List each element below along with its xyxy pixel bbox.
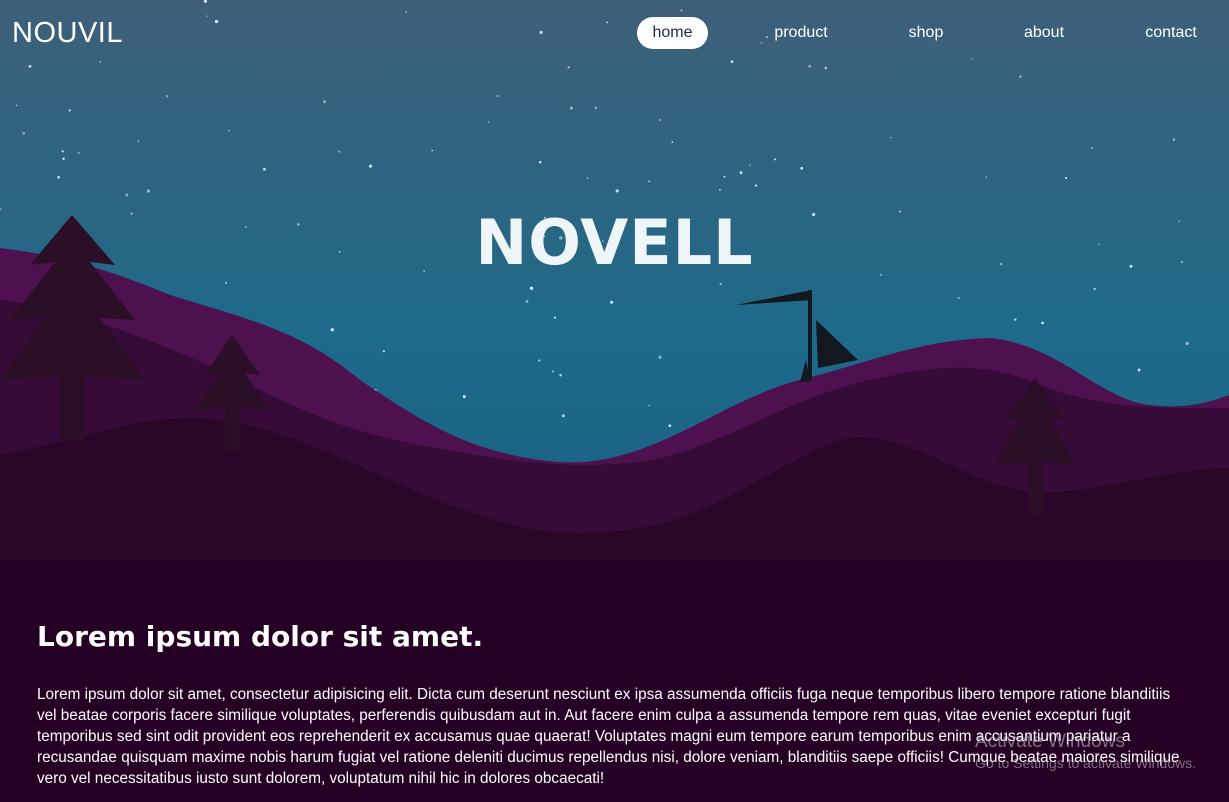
star	[330, 328, 334, 332]
star	[749, 164, 751, 166]
star	[323, 100, 326, 104]
star	[225, 281, 227, 284]
star	[723, 175, 726, 178]
star	[62, 157, 65, 160]
star	[610, 300, 614, 304]
nav-link-contact[interactable]: contact	[1133, 17, 1209, 49]
star	[61, 150, 64, 153]
star	[538, 160, 542, 164]
star	[1185, 341, 1189, 346]
star	[551, 370, 555, 373]
star	[985, 176, 988, 178]
star	[559, 373, 562, 377]
star	[648, 180, 650, 183]
star	[648, 404, 650, 407]
star	[553, 316, 556, 319]
star	[719, 188, 721, 191]
star	[77, 151, 80, 154]
star	[228, 129, 230, 132]
star	[22, 131, 26, 135]
star	[368, 164, 373, 168]
nav-link-about[interactable]: about	[1010, 17, 1078, 49]
page: NOUVIL home product shop about contact N…	[0, 0, 1229, 802]
star	[800, 166, 804, 170]
hero-title: NOVELL	[475, 206, 754, 279]
star	[739, 171, 743, 175]
star	[68, 109, 72, 112]
star	[719, 283, 722, 286]
star	[569, 106, 573, 110]
star	[263, 167, 266, 171]
star	[338, 150, 341, 153]
star	[15, 104, 18, 107]
star	[773, 158, 776, 161]
hero-landscape-illustration	[0, 0, 1229, 802]
star	[658, 355, 662, 359]
nav-link-shop[interactable]: shop	[895, 17, 957, 49]
star	[594, 106, 597, 109]
star	[1172, 138, 1176, 141]
star	[890, 136, 892, 139]
star	[1065, 177, 1068, 180]
star	[1019, 75, 1022, 78]
star	[1041, 321, 1044, 325]
star	[487, 121, 490, 123]
star	[525, 299, 529, 303]
star	[166, 95, 169, 98]
star	[1090, 147, 1093, 150]
nav-link-home[interactable]: home	[637, 17, 708, 49]
nav-link-product[interactable]: product	[760, 17, 842, 49]
star	[137, 140, 140, 142]
star	[496, 94, 499, 98]
star	[1137, 368, 1141, 372]
star	[538, 359, 541, 362]
top-navigation: NOUVIL home product shop about contact	[0, 0, 1229, 70]
section-heading: Lorem ipsum dolor sit amet.	[37, 620, 484, 653]
star	[754, 184, 758, 187]
section-body-text: Lorem ipsum dolor sit amet, consectetur …	[37, 686, 1180, 787]
star	[125, 193, 129, 197]
star	[431, 149, 433, 152]
star	[529, 286, 534, 290]
star	[462, 395, 466, 399]
star	[1093, 287, 1096, 291]
star	[1014, 318, 1017, 321]
star	[561, 414, 565, 418]
star	[382, 350, 386, 353]
star	[57, 175, 60, 179]
star	[658, 118, 661, 122]
site-logo[interactable]: NOUVIL	[12, 17, 123, 50]
star	[146, 189, 151, 193]
star	[615, 189, 619, 193]
star	[957, 297, 960, 299]
star	[586, 177, 589, 180]
star	[671, 141, 674, 143]
star	[668, 424, 672, 428]
